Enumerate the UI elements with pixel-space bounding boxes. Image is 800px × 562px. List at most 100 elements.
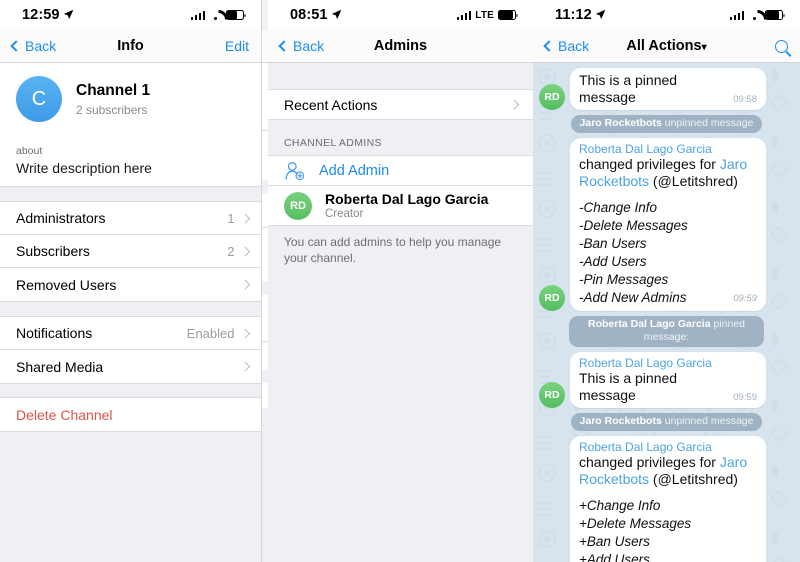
bubble-body: Roberta Dal Lago Garcia changed privileg…: [570, 137, 766, 311]
add-admin-label: Add Admin: [319, 162, 390, 179]
admins-footer-note: You can add admins to help you manage yo…: [268, 226, 533, 267]
search-icon: [775, 39, 788, 53]
message-bubble[interactable]: RD Roberta Dal Lago Garcia changed privi…: [539, 137, 794, 311]
row-label: Delete Channel: [16, 406, 113, 423]
bottom-filler: [0, 432, 261, 562]
avatar: C: [16, 76, 62, 122]
chevron-down-icon: ▾: [701, 42, 707, 53]
battery-icon: [498, 10, 518, 20]
privilege-item: +Add Users: [579, 551, 650, 562]
avatar: RD: [539, 84, 565, 111]
message-author: Roberta Dal Lago Garcia: [579, 439, 712, 454]
row-value: 1: [227, 210, 235, 226]
members-section: Administrators 1 Subscribers 2 Removed U…: [0, 201, 261, 302]
row-value: Enabled: [186, 325, 235, 341]
privilege-item: -Add Users: [579, 253, 647, 269]
wifi-icon: [748, 10, 761, 20]
chevron-right-icon: [509, 99, 519, 110]
nav-bar-info: Back Info Edit: [0, 30, 261, 63]
text-prefix: changed privileges for: [579, 155, 720, 172]
signal-bars-icon: [190, 10, 205, 20]
about-value: Write description here: [16, 160, 152, 176]
chevron-right-icon: [240, 328, 250, 338]
service-message: Roberta Dal Lago Garcia pinned message:: [539, 315, 794, 347]
service-message: Jaro Rocketbots unpinned message: [539, 413, 794, 431]
channel-name: Channel 1: [76, 81, 151, 99]
message-bubble[interactable]: RD This is a pinned message 09:58: [539, 68, 794, 111]
bottom-filler: [268, 266, 533, 562]
row-removed-users[interactable]: Removed Users: [0, 268, 261, 301]
privilege-item: +Change Info: [579, 497, 661, 513]
message-time: 09:58: [733, 94, 757, 106]
message-text: changed privileges for Jaro Rocketbots (…: [579, 454, 757, 488]
text-prefix: changed privileges for: [579, 453, 720, 470]
message-list: RD This is a pinned message 09:58 Jaro R…: [533, 63, 800, 562]
phone-screen-admins: 08:51 LTE Back Admins Recent Actions CHA…: [268, 0, 533, 562]
message-author: Roberta Dal Lago Garcia: [579, 355, 712, 370]
text-suffix: (@Letitshred): [649, 172, 738, 189]
location-arrow-icon: [595, 9, 606, 19]
status-time: 08:51: [290, 7, 328, 23]
chat-log[interactable]: RD This is a pinned message 09:58 Jaro R…: [533, 63, 800, 562]
service-action: unpinned message: [664, 117, 754, 130]
message-author: Roberta Dal Lago Garcia: [579, 141, 712, 156]
row-label: Notifications: [16, 325, 93, 341]
row-recent-actions[interactable]: Recent Actions: [268, 89, 533, 120]
chevron-right-icon: [240, 213, 250, 223]
row-label: Removed Users: [16, 276, 117, 293]
message-text: changed privileges for Jaro Rocketbots (…: [579, 156, 757, 190]
row-label: Subscribers: [16, 243, 90, 259]
channel-subscribers: 2 subscribers: [76, 102, 148, 117]
network-type-label: LTE: [475, 9, 494, 21]
settings-section: Notifications Enabled Shared Media: [0, 316, 261, 384]
message-time: 09:59: [733, 293, 757, 305]
nav-bar-all-actions: Back All Actions▾: [533, 30, 800, 63]
row-subscribers[interactable]: Subscribers 2: [0, 235, 261, 268]
admin-name: Roberta Dal Lago Garcia: [325, 191, 489, 207]
row-admin-roberta[interactable]: RD Roberta Dal Lago Garcia Creator: [268, 186, 533, 226]
row-notifications[interactable]: Notifications Enabled: [0, 317, 261, 350]
avatar: RD: [539, 284, 565, 311]
location-arrow-icon: [331, 9, 341, 19]
about-label: about: [16, 145, 43, 157]
row-add-admin[interactable]: Add Admin: [268, 155, 533, 186]
back-button[interactable]: Back: [543, 38, 589, 54]
row-label: Administrators: [16, 210, 106, 226]
search-button[interactable]: [775, 39, 788, 53]
wifi-icon: [209, 10, 222, 20]
privilege-item: +Delete Messages: [579, 515, 692, 531]
chevron-right-icon: [240, 246, 250, 256]
service-actor: Roberta Dal Lago Garcia: [588, 317, 711, 330]
message-bubble[interactable]: RD Roberta Dal Lago Garcia This is a pin…: [539, 351, 794, 409]
back-button[interactable]: Back: [10, 38, 56, 54]
channel-header: C Channel 1 2 subscribers: [0, 63, 261, 137]
message-text: This is a pinned message: [579, 369, 678, 404]
chevron-left-icon: [543, 40, 555, 52]
back-button[interactable]: Back: [278, 38, 324, 54]
text-suffix: (@Letitshred): [649, 470, 738, 487]
privilege-item: -Add New Admins: [579, 289, 687, 305]
danger-section: Delete Channel: [0, 397, 261, 432]
about-block[interactable]: about Write description here: [0, 137, 261, 187]
service-actor: Jaro Rocketbots: [579, 117, 662, 130]
nav-bar-admins: Back Admins: [268, 30, 533, 63]
privilege-list: -Change Info -Delete Messages -Ban Users…: [579, 199, 757, 307]
privilege-item: -Pin Messages: [579, 271, 669, 287]
row-administrators[interactable]: Administrators 1: [0, 202, 261, 235]
bubble-body: Roberta Dal Lago Garcia This is a pinned…: [570, 351, 766, 409]
row-label: Recent Actions: [284, 96, 378, 113]
bubble-body: This is a pinned message 09:58: [570, 68, 766, 111]
status-time: 12:59: [22, 7, 60, 23]
message-bubble[interactable]: RD Roberta Dal Lago Garcia changed privi…: [539, 435, 794, 562]
delete-channel-button[interactable]: Delete Channel: [0, 398, 261, 431]
row-shared-media[interactable]: Shared Media: [0, 350, 261, 383]
privilege-item: -Ban Users: [579, 235, 647, 251]
service-actor: Jaro Rocketbots: [579, 415, 662, 428]
add-admin-icon: [284, 161, 306, 181]
privilege-item: +Ban Users: [579, 533, 650, 549]
message-time: 09:59: [733, 392, 757, 404]
chevron-right-icon: [240, 361, 250, 372]
partial-screen-sliver: [261, 0, 268, 562]
edit-button[interactable]: Edit: [225, 38, 249, 54]
privilege-item: -Delete Messages: [579, 217, 688, 233]
